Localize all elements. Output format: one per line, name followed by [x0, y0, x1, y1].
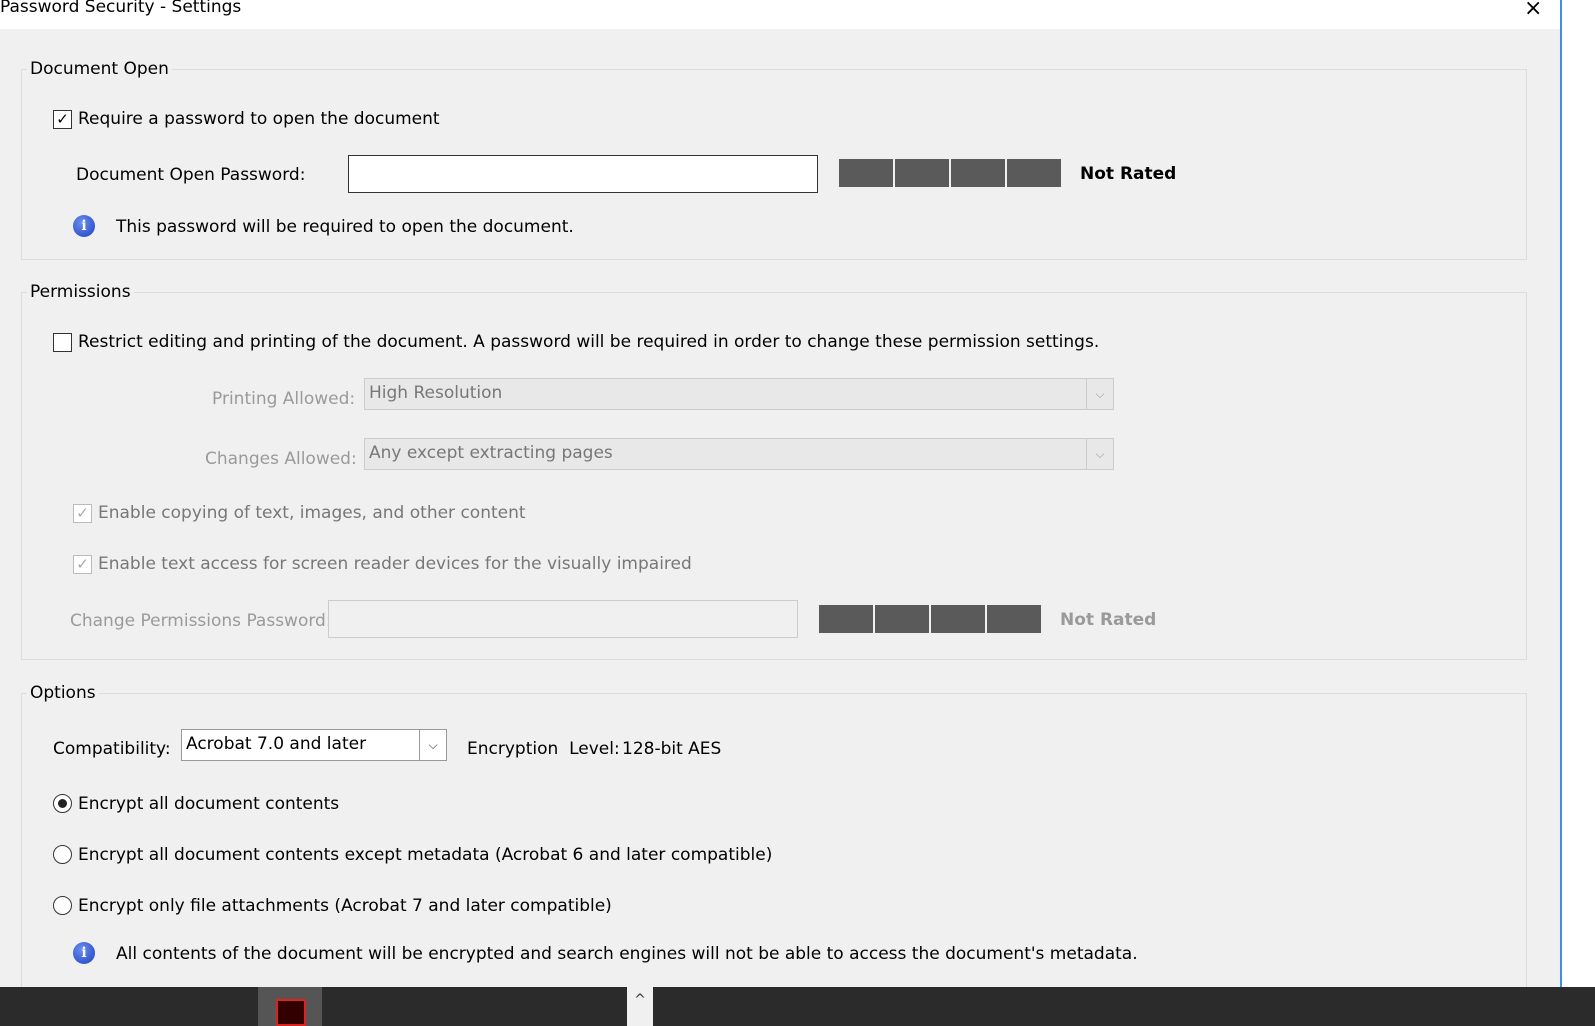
group-legend: Options [27, 683, 99, 703]
encryption-level-label: Encryption Level: [467, 739, 620, 759]
permissions-rating: Not Rated [1060, 610, 1157, 630]
title-bar: Password Security - Settings × [0, 0, 1560, 29]
printing-allowed-label: Printing Allowed: [212, 389, 356, 409]
taskbar-acrobat-app[interactable] [258, 987, 322, 1026]
background-window-edge [1560, 0, 1595, 987]
window-title: Password Security - Settings [0, 0, 242, 17]
compatibility-select[interactable]: Acrobat 7.0 and later ⌵ [181, 729, 447, 761]
permissions-strength-meter [819, 605, 1041, 633]
printing-allowed-value: High Resolution [369, 383, 503, 403]
printing-allowed-select[interactable]: High Resolution ⌵ [364, 378, 1114, 410]
show-hidden-icons-button[interactable]: ^ [627, 987, 653, 1026]
changes-allowed-value: Any except extracting pages [369, 443, 613, 463]
changes-allowed-select[interactable]: Any except extracting pages ⌵ [364, 438, 1114, 470]
password-strength-meter [839, 159, 1061, 187]
open-password-input[interactable] [348, 155, 818, 193]
chevron-down-icon: ⌵ [419, 730, 446, 760]
require-password-label: Require a password to open the document [78, 109, 440, 129]
chevron-down-icon: ⌵ [1086, 379, 1113, 409]
info-icon: i [73, 215, 95, 237]
compatibility-label: Compatibility: [53, 739, 171, 759]
acrobat-icon [276, 999, 306, 1026]
enable-copying-label: Enable copying of text, images, and othe… [98, 503, 526, 523]
encrypt-attachments-label: Encrypt only file attachments (Acrobat 7… [78, 896, 612, 916]
encrypt-all-label: Encrypt all document contents [78, 794, 340, 814]
screen-reader-label: Enable text access for screen reader dev… [98, 554, 692, 574]
open-password-info: This password will be required to open t… [116, 217, 574, 237]
restrict-editing-label: Restrict editing and printing of the doc… [78, 332, 1100, 352]
screen-reader-checkbox[interactable]: ✓ [73, 555, 92, 574]
require-password-checkbox[interactable]: ✓ [53, 110, 72, 129]
group-legend: Document Open [27, 59, 172, 79]
encrypt-attachments-radio[interactable] [53, 896, 72, 915]
chevron-down-icon: ⌵ [1086, 439, 1113, 469]
permissions-password-input[interactable] [328, 600, 798, 638]
info-icon: i [73, 942, 95, 964]
permissions-password-label: Change Permissions Password: [70, 611, 332, 631]
encrypt-except-metadata-radio[interactable] [53, 845, 72, 864]
restrict-editing-checkbox[interactable] [53, 333, 72, 352]
compatibility-value: Acrobat 7.0 and later [186, 734, 367, 754]
encryption-level-value: 128-bit AES [622, 739, 722, 759]
close-icon[interactable]: × [1524, 0, 1542, 21]
taskbar: ^ [0, 987, 1595, 1026]
encrypt-all-radio[interactable] [53, 794, 72, 813]
changes-allowed-label: Changes Allowed: [205, 449, 357, 469]
options-info: All contents of the document will be enc… [116, 944, 1138, 964]
password-rating: Not Rated [1080, 164, 1177, 184]
group-legend: Permissions [27, 282, 134, 302]
enable-copying-checkbox[interactable]: ✓ [73, 504, 92, 523]
encrypt-except-metadata-label: Encrypt all document contents except met… [78, 845, 773, 865]
open-password-label: Document Open Password: [76, 165, 306, 185]
